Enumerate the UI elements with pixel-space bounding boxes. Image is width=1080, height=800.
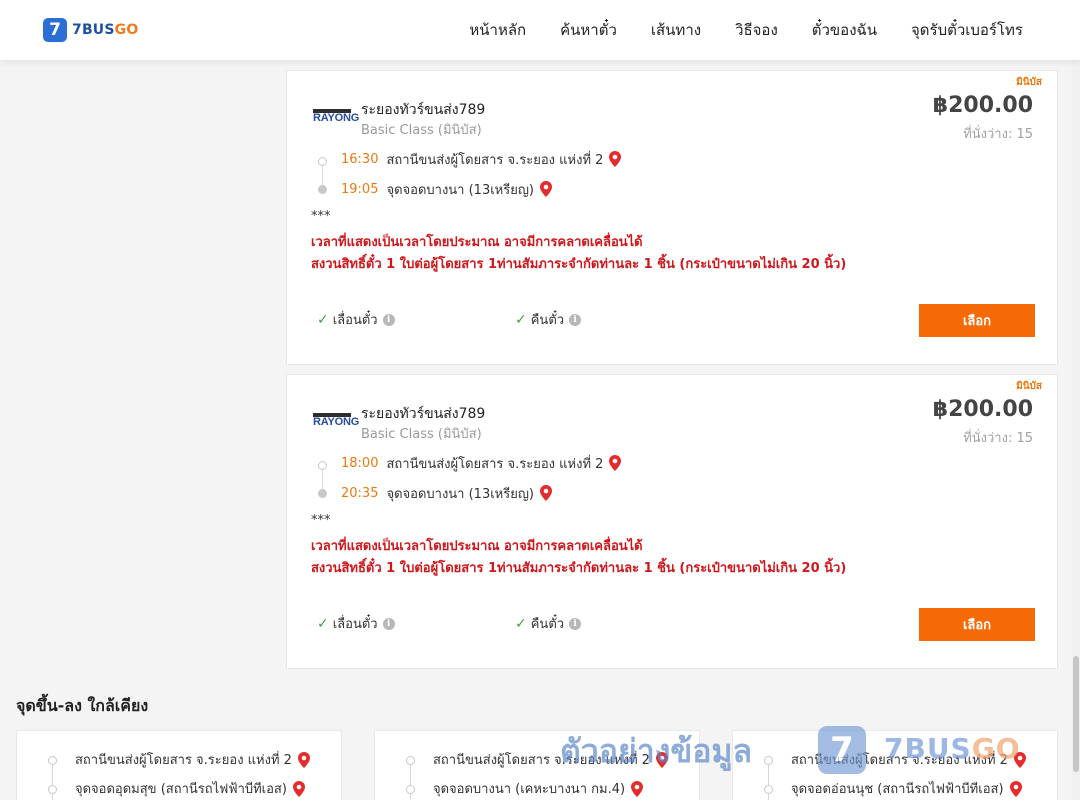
- trip-card: มินิบัส RAYONG ระยองทัวร์ขนส่ง789 Basic …: [286, 374, 1058, 669]
- operator-name: ระยองทัวร์ขนส่ง789: [361, 406, 486, 422]
- logo-brand-go: GO: [114, 22, 139, 38]
- seats-available: ที่นั่งว่าง: 15: [963, 127, 1033, 142]
- scrollbar-thumb[interactable]: [1073, 656, 1079, 772]
- refund-label: คืนตั๋ว: [530, 313, 565, 328]
- departure-stop: สถานีขนส่งผู้โดยสาร จ.ระยอง แห่งที่ 2: [386, 456, 604, 472]
- nearby-from: สถานีขนส่งผู้โดยสาร จ.ระยอง แห่งที่ 2: [433, 749, 668, 770]
- bus-class: Basic Class (มินิบัส): [361, 123, 482, 138]
- site-logo[interactable]: 7 7BUSGO: [43, 18, 138, 42]
- seats-available: ที่นั่งว่าง: 15: [963, 431, 1033, 446]
- departure-row: 16:30 สถานีขนส่งผู้โดยสาร จ.ระยอง แห่งที…: [341, 149, 622, 169]
- time-disclaimer: เวลาที่แสดงเป็นเวลาโดยประมาณ อาจมีการคลา…: [311, 235, 643, 250]
- map-pin-icon[interactable]: [540, 181, 552, 197]
- departure-time: 18:00: [341, 455, 379, 471]
- page-scrollbar[interactable]: [1072, 60, 1080, 800]
- info-icon[interactable]: i: [569, 617, 582, 630]
- map-pin-icon[interactable]: [609, 455, 622, 471]
- timeline-line: [768, 761, 769, 800]
- nearby-stops-title: จุดขึ้น-ลง ใกล้เคียง: [16, 696, 149, 715]
- check-icon: ✓: [515, 615, 527, 632]
- nav-home[interactable]: หน้าหลัก: [469, 18, 526, 42]
- refund-feature: ✓ คืนตั๋ว i: [515, 613, 582, 634]
- reschedule-feature: ✓ เลื่อนตั๋ว i: [317, 309, 395, 330]
- nearby-to: จุดจอดอ่อนนุช (สถานีรถไฟฟ้าบีทีเอส): [791, 778, 1022, 799]
- timeline-start-dot: [318, 157, 327, 166]
- timeline-line: [52, 761, 53, 800]
- nav-routes[interactable]: เส้นทาง: [651, 18, 701, 42]
- note-stars: ***: [311, 209, 331, 224]
- arrival-stop: จุดจอดบางนา (13เหรียญ): [386, 182, 534, 198]
- operator-logo: RAYONG: [313, 413, 359, 431]
- nearby-route-card[interactable]: สถานีขนส่งผู้โดยสาร จ.ระยอง แห่งที่ 2 จุ…: [732, 730, 1058, 800]
- arrival-row: 20:35 จุดจอดบางนา (13เหรียญ): [341, 483, 552, 503]
- timeline-start-dot: [318, 461, 327, 470]
- arrival-time: 20:35: [341, 485, 379, 501]
- map-pin-icon: [631, 780, 644, 797]
- nav-search-tickets[interactable]: ค้นหาตั๋ว: [560, 18, 617, 42]
- nearby-route-card[interactable]: สถานีขนส่งผู้โดยสาร จ.ระยอง แห่งที่ 2 จุ…: [16, 730, 342, 800]
- check-icon: ✓: [317, 615, 329, 632]
- map-pin-icon: [1009, 780, 1022, 797]
- ticket-price: ฿200.00: [932, 397, 1033, 422]
- refund-feature: ✓ คืนตั๋ว i: [515, 309, 582, 330]
- note-stars: ***: [311, 513, 331, 528]
- nearby-from: สถานีขนส่งผู้โดยสาร จ.ระยอง แห่งที่ 2: [791, 749, 1026, 770]
- reschedule-feature: ✓ เลื่อนตั๋ว i: [317, 613, 395, 634]
- logo-text: 7BUSGO: [72, 22, 138, 38]
- select-trip-button[interactable]: เลือก: [919, 608, 1035, 641]
- nearby-to: จุดจอดบางนา (เคหะบางนา กม.4): [433, 778, 644, 799]
- ticket-price: ฿200.00: [932, 93, 1033, 118]
- arrival-time: 19:05: [341, 181, 379, 197]
- main-nav: หน้าหลัก ค้นหาตั๋ว เส้นทาง วิธีจอง ตั๋วข…: [435, 0, 1023, 60]
- timeline-start-dot: [406, 756, 415, 765]
- map-pin-icon[interactable]: [609, 151, 622, 167]
- refund-label: คืนตั๋ว: [530, 617, 565, 632]
- timeline-end-dot: [764, 785, 773, 794]
- map-pin-icon: [655, 751, 668, 768]
- info-icon[interactable]: i: [569, 313, 582, 326]
- info-icon[interactable]: i: [382, 313, 395, 326]
- nearby-from: สถานีขนส่งผู้โดยสาร จ.ระยอง แห่งที่ 2: [75, 749, 310, 770]
- map-pin-icon: [292, 780, 305, 797]
- bus-type-badge: มินิบัส: [1016, 381, 1042, 392]
- check-icon: ✓: [515, 311, 527, 328]
- trip-card: มินิบัส RAYONG ระยองทัวร์ขนส่ง789 Basic …: [286, 70, 1058, 365]
- timeline-end-dot: [48, 785, 57, 794]
- time-disclaimer: เวลาที่แสดงเป็นเวลาโดยประมาณ อาจมีการคลา…: [311, 539, 643, 554]
- luggage-policy: สงวนสิทธิ์ตั๋ว 1 ใบต่อผู้โดยสาร 1ท่านสัม…: [311, 257, 847, 272]
- timeline-end-dot: [406, 785, 415, 794]
- arrival-row: 19:05 จุดจอดบางนา (13เหรียญ): [341, 179, 552, 199]
- map-pin-icon[interactable]: [540, 485, 552, 501]
- timeline-line: [410, 761, 411, 800]
- bus-type-badge: มินิบัส: [1016, 77, 1042, 88]
- nearby-to: จุดจอดอุดมสุข (สถานีรถไฟฟ้าบีทีเอส): [75, 778, 305, 799]
- reschedule-label: เลื่อนตั๋ว: [332, 617, 378, 632]
- timeline-end-dot: [318, 185, 327, 194]
- nav-ticket-pickup-phone[interactable]: จุดรับตั๋วเบอร์โทร: [911, 18, 1023, 42]
- nav-my-tickets[interactable]: ตั๋วของฉัน: [812, 18, 877, 42]
- map-pin-icon: [1013, 751, 1026, 768]
- nav-how-to-book[interactable]: วิธีจอง: [735, 18, 778, 42]
- site-header: 7 7BUSGO หน้าหลัก ค้นหาตั๋ว เส้นทาง วิธี…: [0, 0, 1080, 60]
- reschedule-label: เลื่อนตั๋ว: [332, 313, 378, 328]
- logo-brand: 7BUS: [72, 22, 115, 38]
- timeline-start-dot: [764, 756, 773, 765]
- timeline-end-dot: [318, 489, 327, 498]
- check-icon: ✓: [317, 311, 329, 328]
- departure-stop: สถานีขนส่งผู้โดยสาร จ.ระยอง แห่งที่ 2: [386, 152, 604, 168]
- nearby-route-card[interactable]: สถานีขนส่งผู้โดยสาร จ.ระยอง แห่งที่ 2 จุ…: [374, 730, 700, 800]
- select-trip-button[interactable]: เลือก: [919, 304, 1035, 337]
- bus-class: Basic Class (มินิบัส): [361, 427, 482, 442]
- operator-logo: RAYONG: [313, 109, 359, 127]
- luggage-policy: สงวนสิทธิ์ตั๋ว 1 ใบต่อผู้โดยสาร 1ท่านสัม…: [311, 561, 847, 576]
- departure-row: 18:00 สถานีขนส่งผู้โดยสาร จ.ระยอง แห่งที…: [341, 453, 622, 473]
- timeline-start-dot: [48, 756, 57, 765]
- map-pin-icon: [297, 751, 310, 768]
- info-icon[interactable]: i: [382, 617, 395, 630]
- arrival-stop: จุดจอดบางนา (13เหรียญ): [386, 486, 534, 502]
- logo-mark: 7: [43, 18, 67, 42]
- departure-time: 16:30: [341, 151, 379, 167]
- operator-name: ระยองทัวร์ขนส่ง789: [361, 102, 486, 118]
